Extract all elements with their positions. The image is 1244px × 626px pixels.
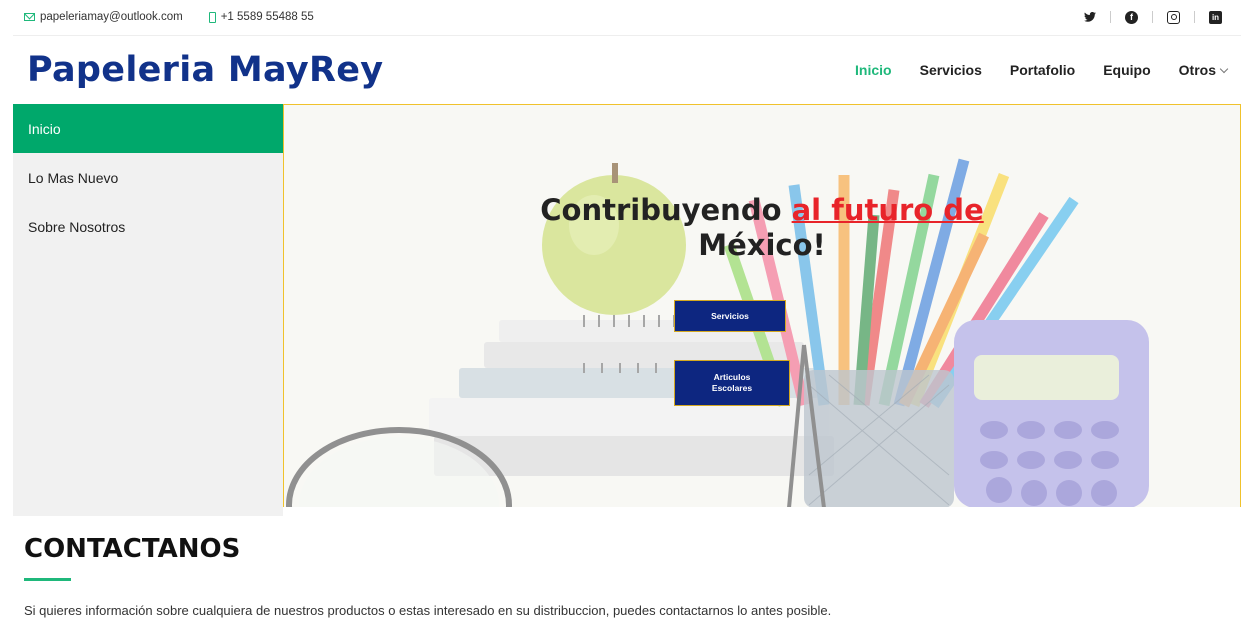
- twitter-icon[interactable]: [1083, 11, 1096, 24]
- hero-title-highlight[interactable]: al futuro de: [792, 193, 984, 227]
- hero-title-part1: Contribuyendo: [540, 193, 792, 227]
- phone-icon: [208, 11, 216, 23]
- contact-info: papeleriamay@outlook.com +1 5589 55488 5…: [24, 11, 314, 23]
- button-line-2: Escolares: [711, 383, 753, 393]
- top-bar: papeleriamay@outlook.com +1 5589 55488 5…: [0, 0, 1244, 34]
- sidebar-item-inicio[interactable]: Inicio: [13, 104, 283, 153]
- envelope-icon: [24, 13, 35, 21]
- button-line-1: Articulos: [713, 372, 751, 382]
- hero-title-part2: México!: [698, 228, 826, 262]
- contact-heading: CONTACTANOS: [24, 534, 241, 564]
- email-text[interactable]: papeleriamay@outlook.com: [40, 11, 183, 23]
- nav-item-portafolio[interactable]: Portafolio: [1010, 62, 1075, 78]
- servicios-button[interactable]: Servicios: [674, 300, 786, 332]
- heading-underline: [24, 578, 71, 581]
- hero-title: Contribuyendo al futuro de México!: [284, 193, 1240, 263]
- nav-item-servicios[interactable]: Servicios: [920, 62, 982, 78]
- email-link[interactable]: papeleriamay@outlook.com: [24, 11, 183, 23]
- sidebar: Inicio Lo Mas Nuevo Sobre Nosotros: [13, 104, 283, 516]
- chevron-down-icon: [1219, 64, 1229, 74]
- sidebar-item-sobre-nosotros[interactable]: Sobre Nosotros: [13, 202, 283, 251]
- site-header: Papeleria MayRey Inicio Servicios Portaf…: [13, 35, 1241, 104]
- sidebar-item-lo-mas-nuevo[interactable]: Lo Mas Nuevo: [13, 153, 283, 202]
- social-links: f in: [1083, 10, 1222, 24]
- facebook-icon[interactable]: f: [1125, 10, 1138, 24]
- nav-item-otros-label: Otros: [1178, 62, 1216, 78]
- nav-item-otros[interactable]: Otros: [1178, 62, 1229, 78]
- site-logo[interactable]: Papeleria MayRey: [27, 50, 383, 90]
- contact-description: Si quieres información sobre cualquiera …: [24, 603, 832, 618]
- phone-text[interactable]: +1 5589 55488 55: [221, 11, 314, 23]
- phone-link[interactable]: +1 5589 55488 55: [208, 11, 314, 23]
- articulos-escolares-button[interactable]: Articulos Escolares: [674, 360, 790, 406]
- instagram-icon[interactable]: [1167, 10, 1180, 24]
- nav-item-inicio[interactable]: Inicio: [855, 62, 892, 78]
- linkedin-icon[interactable]: in: [1209, 10, 1222, 24]
- articulos-escolares-label: Articulos Escolares: [712, 372, 752, 394]
- nav-item-equipo[interactable]: Equipo: [1103, 62, 1150, 78]
- main-nav: Inicio Servicios Portafolio Equipo Otros: [855, 62, 1229, 78]
- hero-banner: Contribuyendo al futuro de México! Servi…: [283, 104, 1241, 507]
